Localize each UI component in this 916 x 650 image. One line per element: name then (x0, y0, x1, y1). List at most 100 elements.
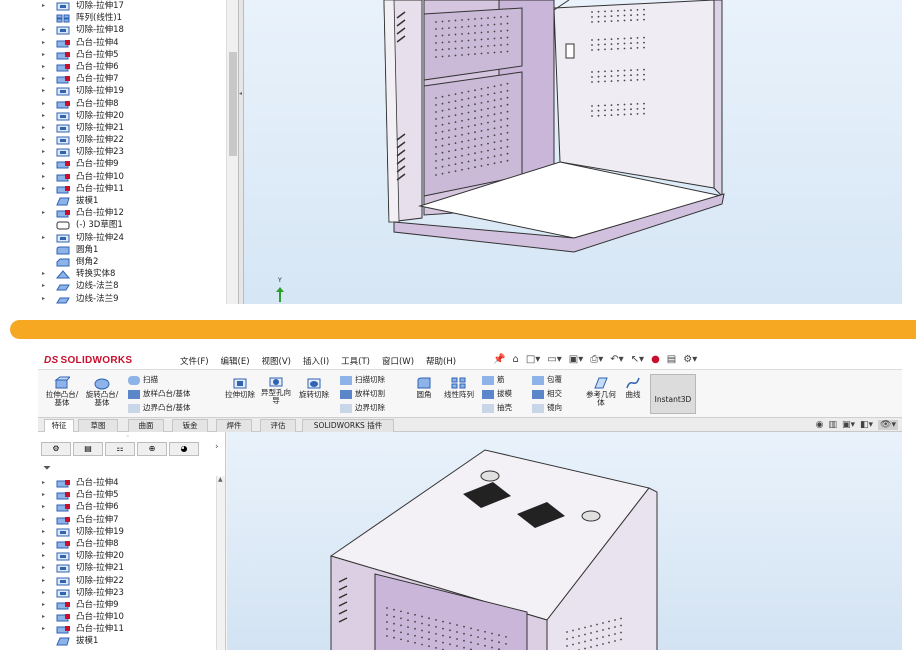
tree-item[interactable]: ▸ 切除-拉伸21 (38, 122, 238, 134)
draft-button[interactable]: 拔模 (482, 388, 512, 399)
expand-arrow-icon[interactable]: ▸ (42, 623, 45, 635)
scroll-up-icon[interactable]: ▲ (218, 476, 223, 483)
tree-item[interactable]: ▸ 切除-拉伸19 (38, 85, 238, 97)
tree-item[interactable]: ▸ 凸台-拉伸5 (38, 49, 238, 61)
tree-item[interactable]: 圆角1 (38, 244, 238, 256)
tree-item[interactable]: ▸ 切除-拉伸21 (38, 562, 218, 574)
expand-arrow-icon[interactable]: ▸ (42, 24, 45, 36)
tree-scrollbar[interactable] (226, 0, 238, 304)
lofted-cut-button[interactable]: 放样切割 (340, 388, 385, 399)
menu-file[interactable]: 文件(F) (180, 355, 209, 367)
revolve-boss-button[interactable]: 旋转凸台/基体 (84, 376, 120, 407)
tree-item[interactable]: ▸ 切除-拉伸23 (38, 587, 218, 599)
expand-arrow-icon[interactable]: ▸ (42, 489, 45, 501)
expand-arrow-icon[interactable]: ▸ (42, 85, 45, 97)
tree-item[interactable]: ▸ 凸台-拉伸10 (38, 611, 218, 623)
tree-item[interactable]: 倒角2 (38, 256, 238, 268)
menu-window[interactable]: 窗口(W) (382, 355, 414, 367)
expand-arrow-icon[interactable]: ▸ (42, 232, 45, 244)
expand-arrow-icon[interactable]: ▸ (42, 158, 45, 170)
featuremanager-tab-icon[interactable]: ⚙ (41, 442, 71, 456)
tree-item[interactable]: ▸ 转换实体8 (38, 268, 238, 280)
options-gear-icon[interactable]: ⚙▾ (683, 354, 697, 365)
new-document-icon[interactable]: □▾ (526, 354, 540, 365)
expand-arrow-icon[interactable]: ▸ (42, 73, 45, 85)
curves-button[interactable]: 曲线 (620, 376, 646, 399)
tree-item[interactable]: ▸ 凸台-拉伸4 (38, 477, 218, 489)
scrollbar-thumb[interactable] (229, 52, 237, 156)
expand-arrow-icon[interactable]: ▸ (42, 110, 45, 122)
fillet-button[interactable]: 圆角 (412, 376, 436, 399)
solidworks-logo[interactable]: DS SOLIDWORKS (44, 355, 132, 366)
shell-button[interactable]: 抽壳 (482, 402, 512, 413)
graphics-area-top[interactable]: Y (244, 0, 902, 304)
select-icon[interactable]: ↖▾ (631, 354, 644, 365)
linear-pattern-button[interactable]: 线性阵列 (442, 376, 476, 399)
tab-sketch[interactable]: 草图 (78, 419, 118, 432)
tree-item[interactable]: ▸ 凸台-拉伸11 (38, 183, 238, 195)
tree-item[interactable]: ▸ 凸台-拉伸8 (38, 538, 218, 550)
tree-item[interactable]: ▸ 凸台-拉伸9 (38, 158, 238, 170)
tree-item[interactable]: ▸ 切除-拉伸20 (38, 550, 218, 562)
tab-addins[interactable]: SOLIDWORKS 插件 (302, 419, 394, 432)
tree-scrollbar[interactable]: ▲ (216, 476, 225, 650)
menu-insert[interactable]: 插入(I) (303, 355, 329, 367)
file-properties-icon[interactable]: ▤ (667, 354, 676, 365)
tree-item[interactable]: ▸ 凸台-拉伸12 (38, 207, 238, 219)
configurationmanager-tab-icon[interactable]: ⚏ (105, 442, 135, 456)
tree-item[interactable]: ▸ 切除-拉伸22 (38, 575, 218, 587)
tree-item[interactable]: ▸ 切除-拉伸22 (38, 134, 238, 146)
filter-icon[interactable]: ⏷ (43, 463, 51, 474)
expand-arrow-icon[interactable]: ▸ (42, 477, 45, 489)
expand-arrow-icon[interactable]: ▸ (42, 587, 45, 599)
section-view-icon[interactable]: ▥ (828, 420, 837, 430)
expand-arrow-icon[interactable]: ▸ (42, 49, 45, 61)
expand-arrow-icon[interactable]: ▸ (42, 599, 45, 611)
tree-item[interactable]: ▸ 切除-拉伸23 (38, 146, 238, 158)
propertymanager-tab-icon[interactable]: ▤ (73, 442, 103, 456)
menu-edit[interactable]: 编辑(E) (221, 355, 250, 367)
wrap-button[interactable]: 包覆 (532, 374, 562, 385)
reference-geometry-button[interactable]: 参考几何体 (586, 376, 616, 407)
expand-arrow-icon[interactable]: ▸ (42, 122, 45, 134)
expand-arrow-icon[interactable]: ▸ (42, 501, 45, 513)
graphics-area-bottom[interactable] (227, 432, 902, 650)
expand-arrow-icon[interactable]: ▸ (42, 171, 45, 183)
tree-item[interactable]: ▸ 切除-拉伸17 (38, 0, 238, 12)
undo-icon[interactable]: ↶▾ (610, 354, 623, 365)
tree-item[interactable]: ▸ 边线-法兰9 (38, 293, 238, 305)
tree-item[interactable]: 拔模1 (38, 635, 218, 647)
boundary-boss-button[interactable]: 边界凸台/基体 (128, 402, 191, 413)
expand-arrow-icon[interactable]: ▸ (42, 134, 45, 146)
extrude-boss-button[interactable]: 拉伸凸台/基体 (44, 376, 80, 407)
tree-item[interactable]: ▸ 凸台-拉伸11 (38, 623, 218, 635)
swept-cut-button[interactable]: 扫描切除 (340, 374, 385, 385)
tab-evaluate[interactable]: 评估 (260, 419, 296, 432)
instant3d-button[interactable]: Instant3D (650, 374, 696, 414)
expand-arrow-icon[interactable]: ▸ (42, 146, 45, 158)
boundary-cut-button[interactable]: 边界切除 (340, 402, 385, 413)
menu-view[interactable]: 视图(V) (262, 355, 291, 367)
tree-item[interactable]: ▸ 凸台-拉伸8 (38, 98, 238, 110)
open-icon[interactable]: ▭▾ (547, 354, 561, 365)
rib-button[interactable]: 筋 (482, 374, 505, 385)
expand-arrow-icon[interactable]: ▸ (42, 526, 45, 538)
home-icon[interactable]: ⌂ (512, 354, 518, 365)
hide-show-icon[interactable]: ◧▾ (860, 420, 873, 430)
extrude-cut-button[interactable]: 拉伸切除 (224, 376, 256, 399)
tree-item[interactable]: ▸ 凸台-拉伸6 (38, 501, 218, 513)
expand-arrow-icon[interactable]: ▸ (42, 183, 45, 195)
tree-item[interactable]: ▸ 切除-拉伸18 (38, 24, 238, 36)
expand-arrow-icon[interactable]: ▸ (42, 550, 45, 562)
tree-item[interactable]: (-) 3D草图1 (38, 219, 238, 231)
expand-arrow-icon[interactable]: ▸ (42, 611, 45, 623)
expand-arrow-icon[interactable]: ▸ (42, 0, 45, 12)
tree-item[interactable]: ▸ 切除-拉伸20 (38, 110, 238, 122)
tree-item[interactable]: ▸ 切除-拉伸19 (38, 526, 218, 538)
tree-item[interactable]: ▸ 凸台-拉伸7 (38, 73, 238, 85)
expand-arrow-icon[interactable]: ▸ (42, 293, 45, 305)
tab-sheet-metal[interactable]: 钣金 (172, 419, 208, 432)
mirror-button[interactable]: 镜向 (532, 402, 562, 413)
view-orientation-icon[interactable]: ◉ (816, 420, 824, 430)
intersect-button[interactable]: 相交 (532, 388, 562, 399)
